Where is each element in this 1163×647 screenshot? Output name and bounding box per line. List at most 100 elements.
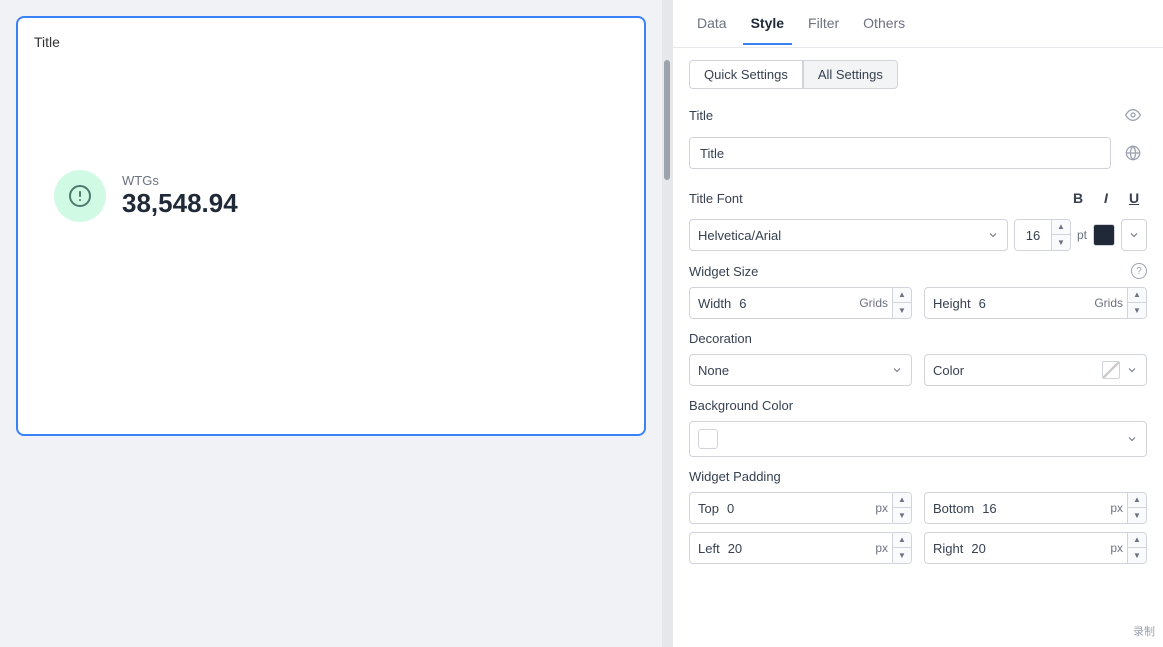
tab-others[interactable]: Others [855, 3, 913, 45]
font-size-up[interactable]: ▲ [1052, 220, 1070, 235]
right-panel: Data Style Filter Others Quick Settings … [672, 0, 1163, 647]
all-settings-btn[interactable]: All Settings [803, 60, 898, 89]
tabs-header: Data Style Filter Others [673, 0, 1163, 48]
decoration-header: Decoration [689, 331, 1147, 346]
help-icon[interactable]: ? [1131, 263, 1147, 279]
background-color-row[interactable] [689, 421, 1147, 457]
widget-card-title: Title [34, 34, 628, 50]
font-color-swatch[interactable] [1093, 224, 1115, 246]
padding-left-up[interactable]: ▲ [893, 533, 911, 548]
font-family-value: Helvetica/Arial [698, 228, 987, 243]
title-section: Title [673, 101, 1163, 185]
widget-label: WTGs [122, 173, 238, 188]
padding-right-up[interactable]: ▲ [1128, 533, 1146, 548]
height-up[interactable]: ▲ [1128, 288, 1146, 303]
font-size-value[interactable] [1015, 228, 1051, 243]
padding-right-down[interactable]: ▼ [1128, 548, 1146, 563]
height-label: Height [925, 296, 979, 311]
watermark: 录制 [1133, 623, 1155, 639]
widget-card: Title WTGs 38,548.94 [16, 16, 646, 436]
height-input[interactable] [979, 296, 1095, 311]
width-field[interactable]: Width Grids ▲ ▼ [689, 287, 912, 319]
widget-value: 38,548.94 [122, 188, 238, 219]
height-down[interactable]: ▼ [1128, 303, 1146, 318]
widget-padding-header: Widget Padding [689, 469, 1147, 484]
padding-left-label: Left [690, 541, 728, 556]
width-down[interactable]: ▼ [893, 303, 911, 318]
eye-icon[interactable] [1119, 101, 1147, 129]
font-section-header: Title Font B I U [689, 185, 1147, 211]
widget-size-header: Widget Size ? [689, 263, 1147, 279]
background-color-section: Background Color [673, 398, 1163, 469]
decoration-dropdown[interactable]: None [689, 354, 912, 386]
tab-style[interactable]: Style [743, 3, 792, 45]
title-input-row [689, 137, 1147, 169]
padding-left-input[interactable] [728, 541, 876, 556]
widget-padding-section: Widget Padding Top px ▲ ▼ Bottom px ▲ [673, 469, 1163, 576]
font-family-dropdown[interactable]: Helvetica/Arial [689, 219, 1008, 251]
decoration-label: Decoration [689, 331, 752, 346]
width-spinners: ▲ ▼ [892, 288, 911, 318]
font-color-dropdown[interactable] [1121, 219, 1147, 251]
font-style-buttons: B I U [1065, 185, 1147, 211]
width-up[interactable]: ▲ [893, 288, 911, 303]
padding-top-unit: px [875, 501, 892, 515]
font-size-down[interactable]: ▼ [1052, 235, 1070, 250]
background-color-label: Background Color [689, 398, 793, 413]
font-size-input[interactable]: ▲ ▼ [1014, 219, 1071, 251]
width-input[interactable] [739, 296, 859, 311]
settings-toggle: Quick Settings All Settings [689, 60, 1147, 89]
decoration-color-dropdown[interactable]: Color [924, 354, 1147, 386]
title-section-header: Title [689, 101, 1147, 129]
padding-left-spinners: ▲ ▼ [892, 533, 911, 563]
padding-left-field[interactable]: Left px ▲ ▼ [689, 532, 912, 564]
padding-top-field[interactable]: Top px ▲ ▼ [689, 492, 912, 524]
height-field[interactable]: Height Grids ▲ ▼ [924, 287, 1147, 319]
widget-content: WTGs 38,548.94 [34, 170, 628, 222]
underline-button[interactable]: U [1121, 185, 1147, 211]
padding-right-input[interactable] [971, 541, 1110, 556]
padding-right-spinners: ▲ ▼ [1127, 533, 1146, 563]
decoration-chevron-icon [891, 364, 903, 376]
padding-left-right-row: Left px ▲ ▼ Right px ▲ ▼ [689, 532, 1147, 564]
widget-padding-label: Widget Padding [689, 469, 781, 484]
padding-bottom-down[interactable]: ▼ [1128, 508, 1146, 523]
padding-top-input[interactable] [727, 501, 875, 516]
left-panel: Title WTGs 38,548.94 [0, 0, 662, 647]
scrollbar-thumb[interactable] [664, 60, 670, 180]
globe-icon[interactable] [1119, 139, 1147, 167]
font-row: Helvetica/Arial ▲ ▼ pt [689, 219, 1147, 251]
widget-data: WTGs 38,548.94 [122, 173, 238, 219]
decoration-row: None Color [689, 354, 1147, 386]
widget-size-section: Widget Size ? Width Grids ▲ ▼ Height Gri… [673, 263, 1163, 331]
font-section: Title Font B I U Helvetica/Arial ▲ ▼ [673, 185, 1163, 263]
chevron-down-icon-2 [1128, 229, 1140, 241]
font-size-spinners: ▲ ▼ [1051, 220, 1070, 250]
padding-bottom-spinners: ▲ ▼ [1127, 493, 1146, 523]
padding-top-down[interactable]: ▼ [893, 508, 911, 523]
title-input[interactable] [689, 137, 1111, 169]
bold-button[interactable]: B [1065, 185, 1091, 211]
height-spinners: ▲ ▼ [1127, 288, 1146, 318]
widget-icon-circle [54, 170, 106, 222]
tab-filter[interactable]: Filter [800, 3, 847, 45]
padding-bottom-input[interactable] [982, 501, 1110, 516]
padding-left-unit: px [875, 541, 892, 555]
padding-top-bottom-row: Top px ▲ ▼ Bottom px ▲ ▼ [689, 492, 1147, 524]
padding-top-label: Top [690, 501, 727, 516]
scrollbar[interactable] [662, 0, 672, 647]
quick-settings-btn[interactable]: Quick Settings [689, 60, 803, 89]
padding-top-up[interactable]: ▲ [893, 493, 911, 508]
tab-data[interactable]: Data [689, 3, 735, 45]
padding-bottom-field[interactable]: Bottom px ▲ ▼ [924, 492, 1147, 524]
padding-top-spinners: ▲ ▼ [892, 493, 911, 523]
decoration-section: Decoration None Color [673, 331, 1163, 398]
font-label: Title Font [689, 191, 743, 206]
italic-button[interactable]: I [1093, 185, 1119, 211]
padding-left-down[interactable]: ▼ [893, 548, 911, 563]
background-chevron-icon [1126, 433, 1138, 445]
padding-bottom-up[interactable]: ▲ [1128, 493, 1146, 508]
decoration-color-label: Color [933, 363, 1102, 378]
padding-right-field[interactable]: Right px ▲ ▼ [924, 532, 1147, 564]
width-unit: Grids [859, 296, 892, 310]
